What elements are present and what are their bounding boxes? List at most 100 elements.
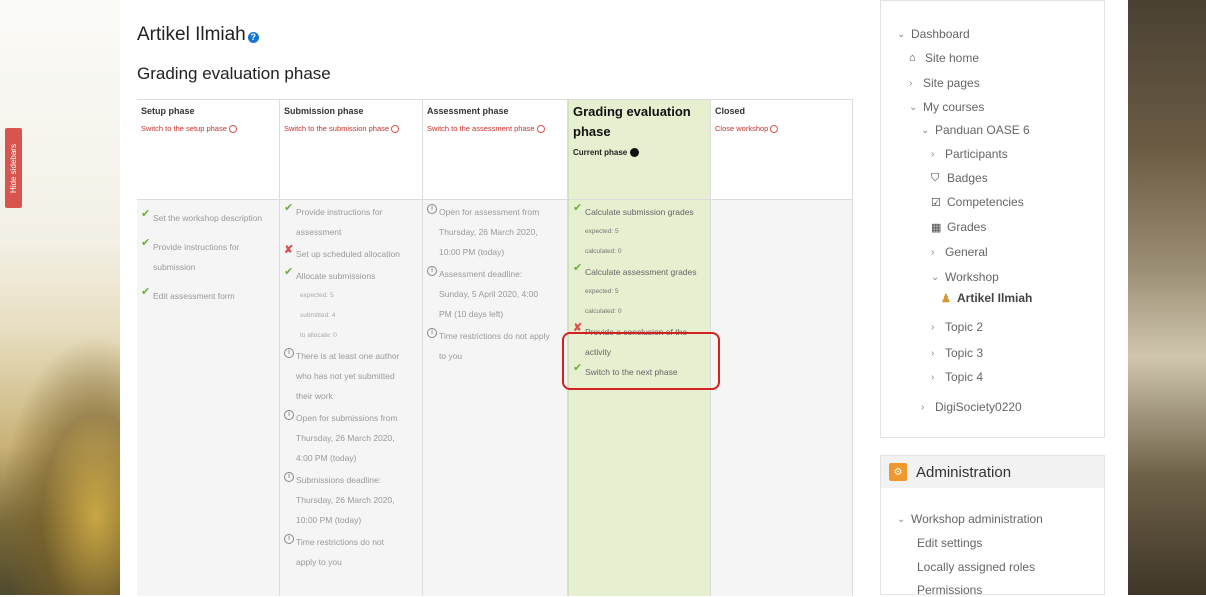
navigation-block: ⌄ Dashboard ⌂ Site home › Site pages ⌄ M… bbox=[880, 0, 1105, 438]
phase-tasks: ✔ Provide instructions for assessment ✘ … bbox=[280, 200, 422, 596]
nav-topic-4[interactable]: › Topic 4 bbox=[931, 370, 983, 384]
nav-dashboard[interactable]: ⌄ Dashboard bbox=[897, 27, 970, 41]
switch-phase-link[interactable]: Switch to the submission phase bbox=[284, 124, 418, 133]
info-icon: i bbox=[284, 410, 294, 420]
chevron-right-icon: › bbox=[909, 77, 913, 89]
chevron-right-icon: › bbox=[921, 401, 925, 413]
nav-topic-2[interactable]: › Topic 2 bbox=[931, 320, 983, 334]
close-workshop-link[interactable]: Close workshop bbox=[715, 124, 848, 133]
task-item: ✔ Calculate assessment grades bbox=[573, 262, 697, 277]
phase-header: Closed Close workshop bbox=[711, 100, 852, 200]
chevron-down-icon: ⌄ bbox=[931, 271, 940, 283]
phase-title: Submission phase bbox=[284, 106, 364, 116]
nav-competencies[interactable]: ☑ Competencies bbox=[931, 195, 1024, 209]
help-icon[interactable]: ? bbox=[247, 32, 259, 43]
nav-course-panduan[interactable]: ⌄ Panduan OASE 6 bbox=[921, 123, 1030, 137]
phase-title: Assessment phase bbox=[427, 106, 509, 116]
administration-header: ⚙ Administration bbox=[881, 456, 1104, 488]
locally-assigned-roles-link[interactable]: Locally assigned roles bbox=[917, 560, 1035, 574]
gears-icon: ⚙ bbox=[889, 463, 907, 481]
nav-badges[interactable]: ⛉ Badges bbox=[931, 171, 988, 185]
main-content: Artikel Ilmiah ? Grading evaluation phas… bbox=[120, 0, 858, 596]
nav-artikel-ilmiah[interactable]: ♟ Artikel Ilmiah bbox=[941, 291, 1032, 305]
phase-closed: Closed Close workshop bbox=[711, 100, 853, 596]
nav-participants[interactable]: › Participants bbox=[931, 147, 1008, 161]
nav-topic-3[interactable]: › Topic 3 bbox=[931, 346, 983, 360]
phase-title: Closed bbox=[715, 106, 746, 116]
info-icon: i bbox=[427, 204, 437, 214]
phase-header: Setup phase Switch to the setup phase bbox=[137, 100, 279, 200]
task-item: i Time restrictions do not apply to you bbox=[284, 532, 418, 572]
phase-tasks bbox=[711, 200, 852, 596]
phase-header: Grading evaluation phase Current phase bbox=[569, 100, 710, 200]
info-icon: i bbox=[284, 472, 294, 482]
task-item: i There is at least one author who has n… bbox=[284, 346, 418, 406]
phase-setup: Setup phase Switch to the setup phase ✔ … bbox=[137, 100, 280, 596]
chevron-down-icon: ⌄ bbox=[909, 101, 918, 113]
task-item: ✔ Provide instructions for submission bbox=[141, 237, 240, 272]
phase-title: Grading evaluation phase bbox=[573, 104, 691, 139]
task-item: i Open for assessment from Thursday, 26 … bbox=[427, 202, 563, 262]
background-right bbox=[1128, 0, 1206, 595]
chevron-down-icon: ⌄ bbox=[897, 28, 906, 40]
phase-tasks: i Open for assessment from Thursday, 26 … bbox=[423, 200, 567, 596]
table-icon: ▦ bbox=[931, 221, 942, 234]
chevron-down-icon: ⌄ bbox=[921, 124, 930, 136]
edit-settings-link[interactable]: Edit settings bbox=[917, 536, 982, 550]
task-item: ✘ Set up scheduled allocation bbox=[284, 244, 400, 259]
nav-digisociety[interactable]: › DigiSociety0220 bbox=[921, 400, 1022, 414]
shield-icon: ⛉ bbox=[931, 171, 940, 184]
task-detail: expected: 5 bbox=[300, 292, 334, 299]
hide-sidebars-button[interactable]: Hide sidebars bbox=[5, 128, 22, 208]
switch-phase-icon bbox=[536, 124, 545, 133]
nav-site-home[interactable]: ⌂ Site home bbox=[909, 51, 979, 65]
check-icon: ✔ bbox=[573, 262, 583, 274]
background-left bbox=[0, 0, 120, 595]
switch-phase-link[interactable]: Switch to the assessment phase bbox=[427, 124, 563, 133]
task-item: i Assessment deadline: Sunday, 5 April 2… bbox=[427, 264, 563, 324]
task-detail: expected: 5 bbox=[585, 228, 619, 235]
task-item: i Open for submissions from Thursday, 26… bbox=[284, 408, 418, 468]
switch-phase-icon bbox=[228, 124, 237, 133]
chevron-right-icon: › bbox=[931, 371, 935, 383]
task-item: ✔ Edit assessment form bbox=[141, 286, 235, 301]
nav-site-pages[interactable]: › Site pages bbox=[909, 76, 980, 90]
task-detail: calculated: 0 bbox=[585, 308, 622, 315]
administration-block: ⚙ Administration ⌄ Workshop administrati… bbox=[880, 455, 1105, 597]
check-icon: ✔ bbox=[284, 266, 294, 278]
phase-header: Assessment phase Switch to the assessmen… bbox=[423, 100, 567, 200]
phase-heading: Grading evaluation phase bbox=[137, 64, 331, 83]
check-icon: ✔ bbox=[141, 208, 151, 220]
phase-tasks: ✔ Calculate submission grades expected: … bbox=[569, 200, 710, 596]
workshop-planner: Setup phase Switch to the setup phase ✔ … bbox=[137, 99, 853, 596]
info-icon: i bbox=[284, 534, 294, 544]
checkbox-icon: ☑ bbox=[931, 196, 941, 209]
current-phase-icon bbox=[630, 148, 640, 157]
task-item: ✔ Provide instructions for assessment bbox=[284, 202, 383, 237]
right-sidebar: ⌄ Dashboard ⌂ Site home › Site pages ⌄ M… bbox=[880, 0, 1105, 597]
info-icon: i bbox=[427, 328, 437, 338]
chevron-down-icon: ⌄ bbox=[897, 513, 906, 525]
workshop-icon: ♟ bbox=[941, 292, 951, 305]
nav-workshop[interactable]: ⌄ Workshop bbox=[931, 270, 999, 284]
info-icon: i bbox=[284, 348, 294, 358]
page-title: Artikel Ilmiah ? bbox=[137, 24, 259, 46]
phase-assessment: Assessment phase Switch to the assessmen… bbox=[423, 100, 568, 596]
task-item: ✔ Allocate submissions bbox=[284, 266, 376, 281]
info-icon: i bbox=[427, 266, 437, 276]
nav-my-courses[interactable]: ⌄ My courses bbox=[909, 100, 984, 114]
check-icon: ✔ bbox=[141, 286, 151, 298]
switch-phase-link[interactable]: Switch to the setup phase bbox=[141, 124, 275, 133]
chevron-right-icon: › bbox=[931, 347, 935, 359]
chevron-right-icon: › bbox=[931, 246, 935, 258]
task-item: i Time restrictions do not apply to you bbox=[427, 326, 563, 366]
home-icon: ⌂ bbox=[909, 52, 916, 64]
annotation-highlight-box bbox=[562, 332, 720, 390]
workshop-administration[interactable]: ⌄ Workshop administration bbox=[897, 512, 1043, 526]
phase-submission: Submission phase Switch to the submissio… bbox=[280, 100, 423, 596]
task-detail: calculated: 0 bbox=[585, 248, 622, 255]
nav-grades[interactable]: ▦ Grades bbox=[931, 220, 986, 234]
chevron-right-icon: › bbox=[931, 148, 935, 160]
check-icon: ✔ bbox=[141, 237, 151, 249]
nav-general[interactable]: › General bbox=[931, 245, 988, 259]
